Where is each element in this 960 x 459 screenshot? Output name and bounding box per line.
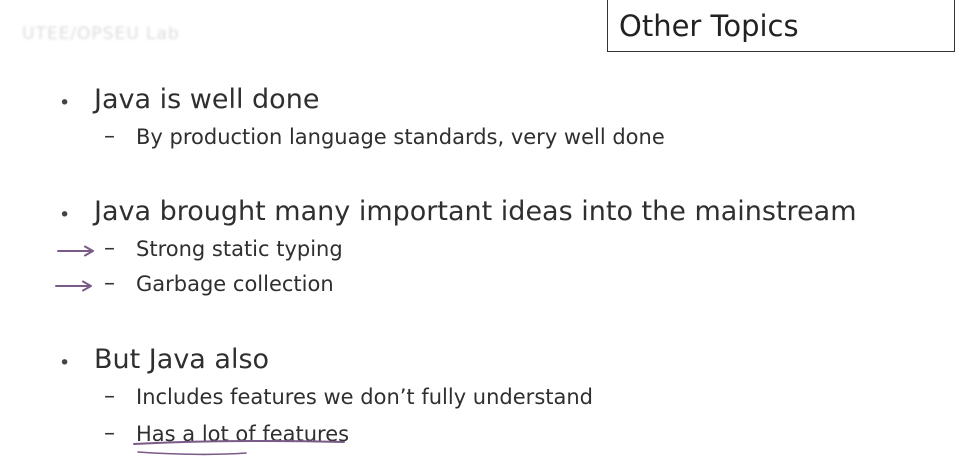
underline-annotation (133, 439, 345, 456)
dash-icon: – (104, 236, 115, 261)
dash-icon: – (104, 421, 115, 446)
point-1-sub-1: By production language standards, very w… (136, 125, 665, 149)
point-3: But Java also (94, 344, 270, 375)
dash-icon: – (104, 384, 115, 409)
dash-icon: – (104, 124, 115, 149)
bullet-icon: • (59, 92, 71, 114)
point-2: Java brought many important ideas into t… (94, 196, 857, 227)
point-1: Java is well done (94, 84, 320, 115)
watermark: UTEE/OPSEU Lab (22, 24, 180, 44)
point-2-sub-1: Strong static typing (136, 237, 343, 261)
bullet-icon: • (59, 352, 71, 374)
title-box: Other Topics (607, 0, 955, 52)
bullet-icon: • (59, 204, 71, 226)
slide-title: Other Topics (619, 9, 799, 43)
point-3-sub-1: Includes features we don’t fully underst… (136, 385, 593, 409)
point-2-sub-2: Garbage collection (136, 272, 334, 296)
arrow-annotation-icon (57, 245, 94, 257)
dash-icon: – (104, 271, 115, 296)
arrow-annotation-icon (55, 280, 92, 292)
